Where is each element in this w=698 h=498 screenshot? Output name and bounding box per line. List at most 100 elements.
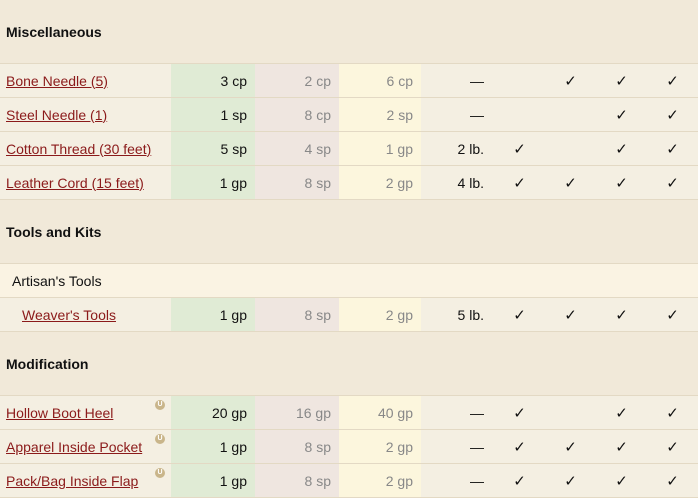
item-name-cell: Cotton Thread (30 feet) <box>0 131 171 166</box>
weight-cell: 4 lb. <box>421 165 494 200</box>
availability-check: ✓ <box>596 165 647 200</box>
availability-check: ✓ <box>647 463 698 498</box>
availability-check: ✓ <box>647 395 698 430</box>
weight-cell: — <box>421 463 494 498</box>
availability-check: ✓ <box>596 463 647 498</box>
sell-cell: 2 cp <box>255 63 339 98</box>
availability-check <box>545 395 596 430</box>
availability-check: ✓ <box>596 131 647 166</box>
availability-check: ✓ <box>494 297 545 332</box>
cost-cell: 1 gp <box>171 165 255 200</box>
other-price-cell: 1 gp <box>339 131 421 166</box>
availability-check: ✓ <box>647 297 698 332</box>
availability-check: ✓ <box>494 429 545 464</box>
availability-check: ✓ <box>596 97 647 132</box>
availability-check: ✓ <box>545 63 596 98</box>
item-name-cell: Weaver's Tools <box>0 297 171 332</box>
sell-cell: 16 gp <box>255 395 339 430</box>
table-row: Cotton Thread (30 feet) 5 sp 4 sp 1 gp 2 lb.… <box>0 131 698 166</box>
availability-check: ✓ <box>647 165 698 200</box>
item-link[interactable]: Hollow Boot Heel <box>6 405 113 421</box>
sell-cell: 8 sp <box>255 429 339 464</box>
availability-check: ✓ <box>596 297 647 332</box>
sell-cell: 4 sp <box>255 131 339 166</box>
item-link[interactable]: Cotton Thread (30 feet) <box>6 141 151 157</box>
table-row: Hollow Boot Heel U 20 gp 16 gp 40 gp — ✓ ✓ ✓ <box>0 395 698 430</box>
availability-check <box>545 131 596 166</box>
availability-check: ✓ <box>545 297 596 332</box>
cost-cell: 1 gp <box>171 429 255 464</box>
cost-cell: 1 sp <box>171 97 255 132</box>
weight-cell: 2 lb. <box>421 131 494 166</box>
item-link[interactable]: Apparel Inside Pocket <box>6 439 142 455</box>
cost-cell: 20 gp <box>171 395 255 430</box>
section-header: Tools and Kits <box>0 199 698 264</box>
availability-check: ✓ <box>545 463 596 498</box>
weight-cell: — <box>421 63 494 98</box>
other-price-cell: 2 gp <box>339 429 421 464</box>
other-price-cell: 2 gp <box>339 297 421 332</box>
availability-check: ✓ <box>545 429 596 464</box>
other-price-cell: 2 gp <box>339 463 421 498</box>
sell-cell: 8 sp <box>255 463 339 498</box>
cost-cell: 3 cp <box>171 63 255 98</box>
availability-check: ✓ <box>494 395 545 430</box>
availability-check: ✓ <box>647 97 698 132</box>
sell-cell: 8 cp <box>255 97 339 132</box>
info-badge-icon[interactable]: U <box>155 400 165 410</box>
item-name-cell: Steel Needle (1) <box>0 97 171 132</box>
availability-check: ✓ <box>596 395 647 430</box>
cost-cell: 1 gp <box>171 297 255 332</box>
availability-check: ✓ <box>596 429 647 464</box>
availability-check: ✓ <box>494 463 545 498</box>
availability-check: ✓ <box>494 131 545 166</box>
section-title: Modification <box>0 331 698 396</box>
section-title: Tools and Kits <box>0 199 698 264</box>
item-link[interactable]: Bone Needle (5) <box>6 73 108 89</box>
item-link[interactable]: Weaver's Tools <box>22 307 116 323</box>
info-badge-icon[interactable]: U <box>155 434 165 444</box>
availability-check: ✓ <box>596 63 647 98</box>
table-row: Weaver's Tools 1 gp 8 sp 2 gp 5 lb. ✓ ✓ ✓ ✓ <box>0 297 698 332</box>
weight-cell: — <box>421 395 494 430</box>
equipment-table: Miscellaneous Bone Needle (5) 3 cp 2 cp 6 cp… <box>0 0 698 498</box>
cost-cell: 1 gp <box>171 463 255 498</box>
item-link[interactable]: Steel Needle (1) <box>6 107 107 123</box>
subsection-header: Artisan's Tools <box>0 263 698 298</box>
item-link[interactable]: Leather Cord (15 feet) <box>6 175 144 191</box>
section-header: Miscellaneous <box>0 0 698 64</box>
other-price-cell: 40 gp <box>339 395 421 430</box>
section-title: Miscellaneous <box>0 0 698 64</box>
weight-cell: — <box>421 97 494 132</box>
availability-check <box>494 63 545 98</box>
availability-check: ✓ <box>647 131 698 166</box>
info-badge-icon[interactable]: U <box>155 468 165 478</box>
availability-check <box>494 97 545 132</box>
table-row: Apparel Inside Pocket U 1 gp 8 sp 2 gp — ✓ ✓ ✓ ✓ <box>0 429 698 464</box>
availability-check: ✓ <box>494 165 545 200</box>
table-row: Leather Cord (15 feet) 1 gp 8 sp 2 gp 4 lb. ✓… <box>0 165 698 200</box>
weight-cell: 5 lb. <box>421 297 494 332</box>
item-link[interactable]: Pack/Bag Inside Flap <box>6 473 138 489</box>
subsection-title: Artisan's Tools <box>0 263 698 298</box>
section-header: Modification <box>0 331 698 396</box>
cost-cell: 5 sp <box>171 131 255 166</box>
other-price-cell: 2 sp <box>339 97 421 132</box>
table-row: Pack/Bag Inside Flap U 1 gp 8 sp 2 gp — ✓ ✓ ✓ ✓ <box>0 463 698 498</box>
table-row: Bone Needle (5) 3 cp 2 cp 6 cp — ✓ ✓ ✓ <box>0 63 698 98</box>
item-name-cell: Leather Cord (15 feet) <box>0 165 171 200</box>
weight-cell: — <box>421 429 494 464</box>
availability-check <box>545 97 596 132</box>
availability-check: ✓ <box>545 165 596 200</box>
other-price-cell: 6 cp <box>339 63 421 98</box>
table-row: Steel Needle (1) 1 sp 8 cp 2 sp — ✓ ✓ <box>0 97 698 132</box>
availability-check: ✓ <box>647 63 698 98</box>
sell-cell: 8 sp <box>255 297 339 332</box>
item-name-cell: Bone Needle (5) <box>0 63 171 98</box>
item-name-cell: Pack/Bag Inside Flap U <box>0 463 171 498</box>
item-name-cell: Hollow Boot Heel U <box>0 395 171 430</box>
item-name-cell: Apparel Inside Pocket U <box>0 429 171 464</box>
other-price-cell: 2 gp <box>339 165 421 200</box>
sell-cell: 8 sp <box>255 165 339 200</box>
availability-check: ✓ <box>647 429 698 464</box>
